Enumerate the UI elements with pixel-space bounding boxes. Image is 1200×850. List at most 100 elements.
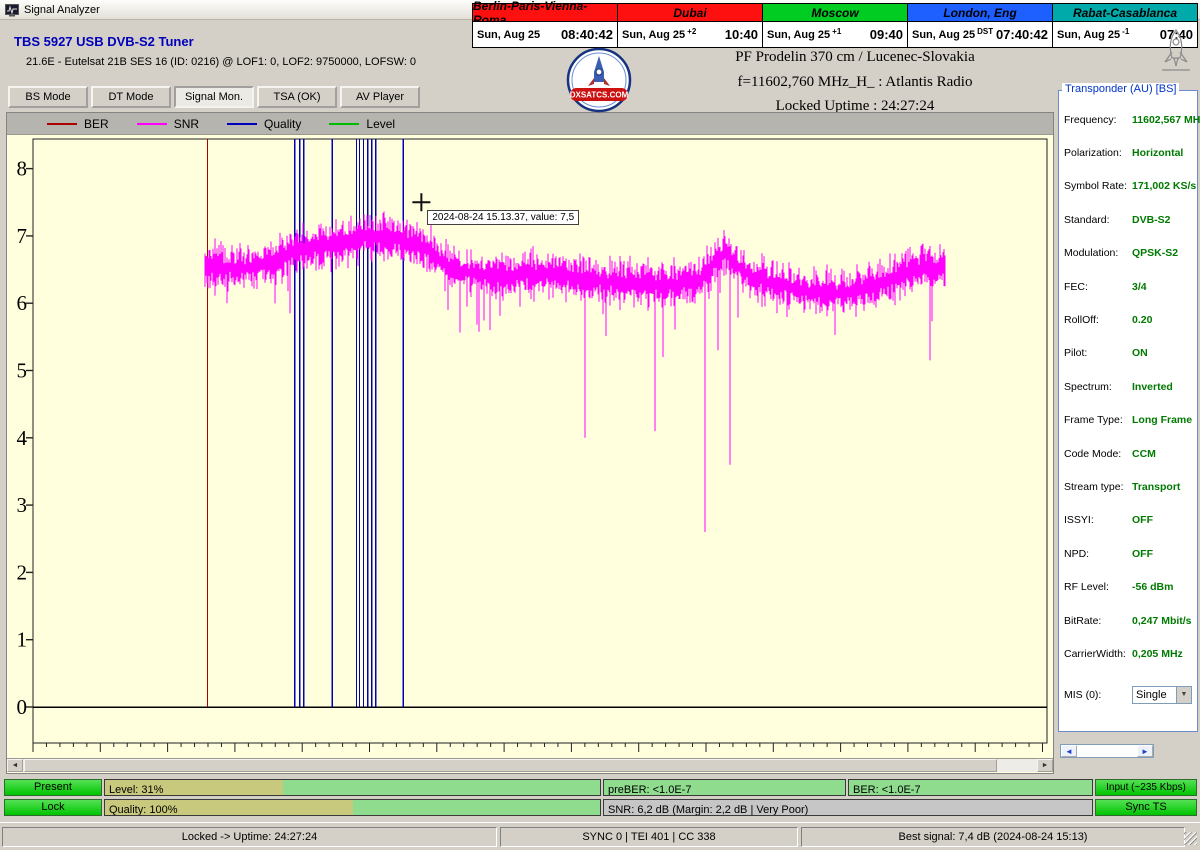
dxsatcs-logo: DXSATCS.COM — [565, 46, 633, 114]
tab-tsa[interactable]: TSA (OK) — [257, 86, 337, 108]
sync-ts-indicator: Sync TS — [1095, 799, 1197, 816]
scroll-left-button[interactable]: ◄ — [1061, 745, 1077, 757]
world-clock: London, Eng Sun, Aug 25 DST 07:40:42 — [908, 4, 1053, 47]
clock-date: Sun, Aug 25 — [1057, 29, 1120, 41]
field-value: CCM — [1132, 448, 1156, 460]
clock-date: Sun, Aug 25 — [622, 29, 685, 41]
mis-dropdown[interactable]: Single ▼ — [1132, 686, 1192, 704]
hscroll-track[interactable] — [23, 759, 1037, 772]
field-value: Horizontal — [1132, 147, 1183, 159]
clock-time: 10:40 — [725, 27, 758, 42]
mis-label: MIS (0): — [1064, 689, 1132, 701]
field-label: BitRate: — [1064, 615, 1132, 627]
lock-indicator: Lock — [4, 799, 102, 816]
svg-text:5: 5 — [17, 359, 28, 383]
svg-text:4: 4 — [17, 426, 28, 450]
mode-tabs: BS Mode DT Mode Signal Mon. TSA (OK) AV … — [8, 86, 420, 108]
legend-item-level: Level — [329, 117, 395, 131]
transponder-scrollbar[interactable]: ◄ ► — [1060, 744, 1154, 758]
legend-item-snr: SNR — [137, 117, 199, 131]
clock-city-label: Rabat-Casablanca — [1053, 4, 1197, 22]
svg-text:7: 7 — [17, 224, 28, 248]
transponder-row: ISSYI: OFF — [1059, 504, 1197, 537]
snr-bar: SNR: 6,2 dB (Margin: 2,2 dB | Very Poor) — [603, 799, 1093, 816]
scroll-right-button[interactable]: ► — [1137, 745, 1153, 757]
clock-date: Sun, Aug 25 — [767, 29, 830, 41]
field-label: Frame Type: — [1064, 414, 1132, 426]
status-bar: Locked -> Uptime: 24:27:24 SYNC 0 | TEI … — [0, 822, 1200, 850]
field-label: NPD: — [1064, 548, 1132, 560]
statusbar-best-signal: Best signal: 7,4 dB (2024-08-24 15:13) — [801, 827, 1185, 847]
world-clocks-panel: Berlin-Paris-Vienna-Roma Sun, Aug 25 08:… — [472, 3, 1198, 48]
field-value: DVB-S2 — [1132, 214, 1171, 226]
hscroll-thumb[interactable] — [24, 759, 997, 772]
transponder-panel: Frequency: 11602,567 MHz Polarization: H… — [1058, 90, 1198, 732]
clock-date: Sun, Aug 25 — [477, 29, 540, 41]
clock-offset: -1 — [1122, 27, 1129, 36]
tab-signal-mon[interactable]: Signal Mon. — [174, 86, 254, 108]
tuner-name: TBS 5927 USB DVB-S2 Tuner — [14, 34, 194, 49]
svg-text:1: 1 — [17, 628, 28, 652]
scroll-track[interactable] — [1077, 745, 1137, 757]
transponder-row: NPD: OFF — [1059, 537, 1197, 570]
legend-label: Level — [366, 117, 395, 131]
signal-plot[interactable]: 012345678 2024-08-24 15.13.37, value: 7,… — [7, 135, 1053, 758]
tab-av-player[interactable]: AV Player — [340, 86, 420, 108]
dxsatcs-logo-text: DXSATCS.COM — [570, 91, 629, 100]
clock-city-label: Dubai — [618, 4, 762, 22]
transponder-row: Frequency: 11602,567 MHz — [1059, 103, 1197, 136]
chart-hscrollbar[interactable]: ◄ ► — [7, 758, 1053, 772]
preber-bar: preBER: <1.0E-7 — [603, 779, 846, 796]
mis-row: MIS (0): Single ▼ — [1059, 683, 1197, 707]
quality-bar-label: Quality: 100% — [105, 804, 177, 816]
clock-city-label: Berlin-Paris-Vienna-Roma — [473, 4, 617, 22]
legend-label: SNR — [174, 117, 199, 131]
chart-legend: BER SNR Quality Level — [7, 113, 1053, 135]
tuner-details: 21.6E - Eutelsat 21B SES 16 (ID: 0216) @… — [26, 56, 416, 68]
clock-offset: +1 — [832, 27, 841, 36]
chevron-down-icon[interactable]: ▼ — [1176, 687, 1191, 703]
chart-tooltip: 2024-08-24 15.13.37, value: 7,5 — [427, 210, 579, 225]
present-indicator: Present — [4, 779, 102, 796]
resize-grip[interactable] — [1184, 832, 1197, 845]
clock-time: 07:40:42 — [996, 27, 1048, 42]
field-value: ON — [1132, 347, 1148, 359]
field-label: Spectrum: — [1064, 381, 1132, 393]
svg-text:2: 2 — [17, 560, 28, 584]
svg-text:0: 0 — [17, 695, 28, 719]
svg-text:3: 3 — [17, 493, 28, 517]
field-value: QPSK-S2 — [1132, 247, 1178, 259]
field-value: 11602,567 MHz — [1132, 114, 1200, 126]
site-description: PF Prodelin 370 cm / Lucenec-Slovakia — [600, 49, 1110, 66]
field-value: 0,247 Mbit/s — [1132, 615, 1192, 627]
legend-item-quality: Quality — [227, 117, 301, 131]
transponder-row: FEC: 3/4 — [1059, 270, 1197, 303]
field-label: RollOff: — [1064, 314, 1132, 326]
field-label: Symbol Rate: — [1064, 180, 1132, 192]
transponder-row: Code Mode: CCM — [1059, 437, 1197, 470]
svg-text:8: 8 — [17, 157, 28, 181]
ber-bar: BER: <1.0E-7 — [848, 779, 1093, 796]
legend-label: Quality — [264, 117, 301, 131]
clock-date: Sun, Aug 25 — [912, 29, 975, 41]
legend-label: BER — [84, 117, 109, 131]
field-value: Transport — [1132, 481, 1180, 493]
field-label: Modulation: — [1064, 247, 1132, 259]
field-value: 3/4 — [1132, 281, 1147, 293]
clock-offset: DST — [977, 27, 993, 36]
transponder-row: Pilot: ON — [1059, 337, 1197, 370]
snr-label: SNR: 6,2 dB (Margin: 2,2 dB | Very Poor) — [604, 804, 808, 816]
input-indicator: Input (~235 Kbps) — [1095, 779, 1197, 796]
hscroll-left-button[interactable]: ◄ — [7, 759, 23, 772]
snr-line-swatch — [137, 123, 167, 125]
world-clock: Moscow Sun, Aug 25 +1 09:40 — [763, 4, 908, 47]
transponder-row: Modulation: QPSK-S2 — [1059, 237, 1197, 270]
tab-dt-mode[interactable]: DT Mode — [91, 86, 171, 108]
level-line-swatch — [329, 123, 359, 125]
field-value: OFF — [1132, 548, 1153, 560]
hscroll-right-button[interactable]: ► — [1037, 759, 1053, 772]
field-label: ISSYI: — [1064, 514, 1132, 526]
tab-bs-mode[interactable]: BS Mode — [8, 86, 88, 108]
clock-time: 08:40:42 — [561, 27, 613, 42]
field-value: OFF — [1132, 514, 1153, 526]
